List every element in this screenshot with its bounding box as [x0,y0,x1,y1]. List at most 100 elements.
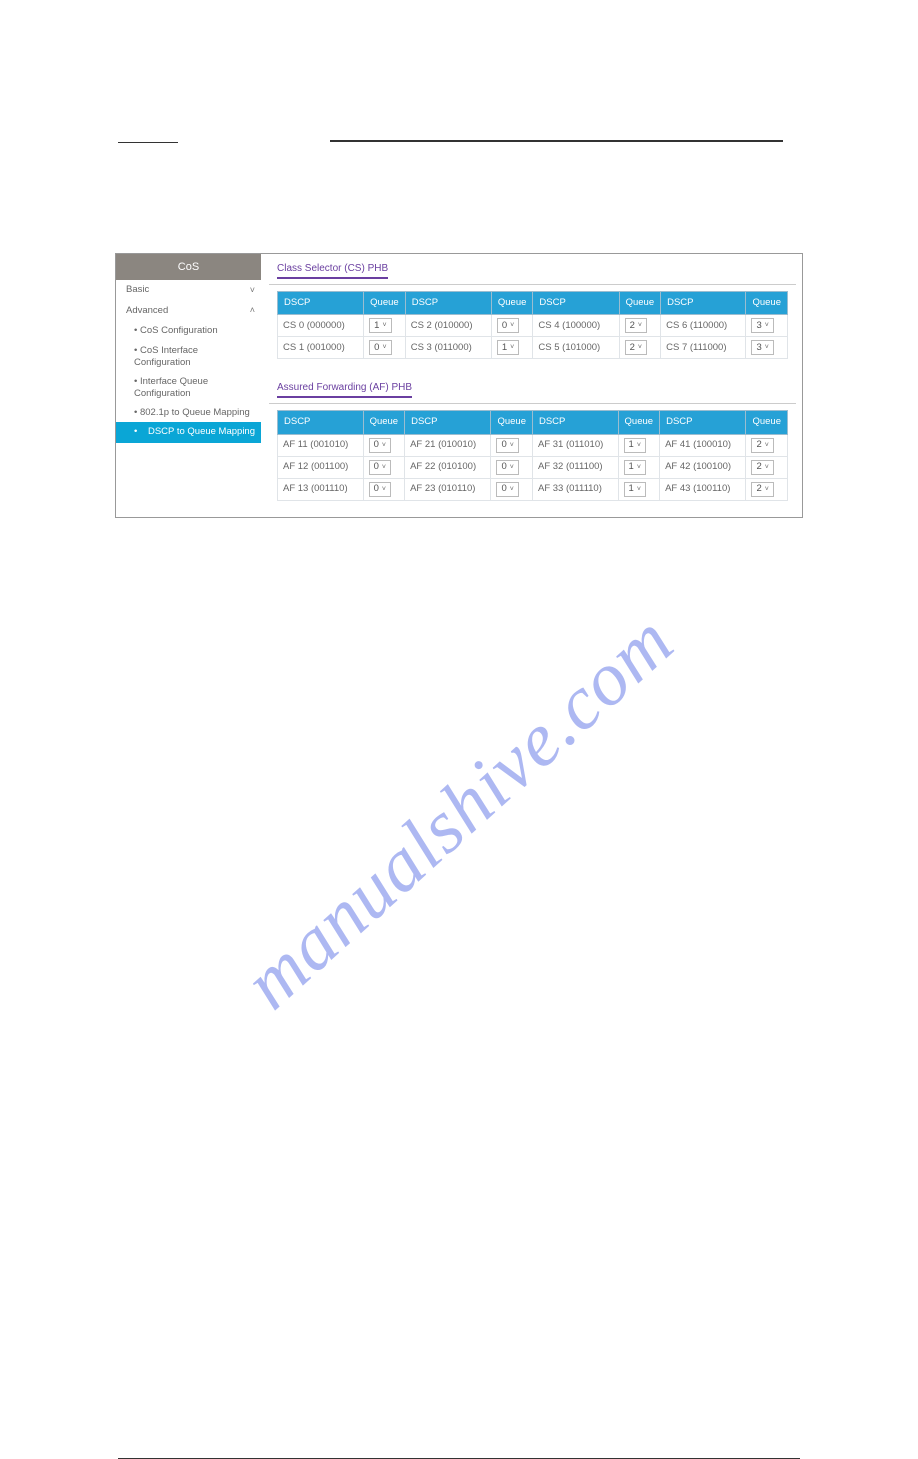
dscp-cell: AF 23 (010110) [405,478,491,500]
dscp-cell: AF 41 (100010) [660,434,746,456]
th-dscp: DSCP [661,292,746,315]
queue-value: 0 [502,320,507,332]
queue-select[interactable]: 0˅ [496,438,518,453]
dscp-cell: CS 4 (100000) [533,315,619,337]
sidebar-sub-8021p-mapping[interactable]: • 802.1p to Queue Mapping [116,403,261,422]
sidebar-sub-cos-config[interactable]: • CoS Configuration [116,321,261,341]
chevron-down-icon: ˅ [510,441,514,450]
th-queue: Queue [363,411,405,434]
queue-select[interactable]: 0˅ [369,482,391,497]
queue-select[interactable]: 0˅ [496,460,518,475]
section-cs: Class Selector (CS) PHB DSCP Queue DSCP … [269,260,796,365]
queue-value: 2 [630,320,635,332]
chevron-down-icon: ˅ [765,441,769,450]
table-row: CS 0 (000000) 1˅ CS 2 (010000) 0˅ CS 4 (… [278,315,788,337]
th-queue: Queue [619,292,661,315]
table-header-row: DSCP Queue DSCP Queue DSCP Queue DSCP Qu… [278,411,788,434]
table-row: CS 1 (001000) 0˅ CS 3 (011000) 1˅ CS 5 (… [278,337,788,359]
queue-select[interactable]: 0˅ [369,340,391,355]
chevron-down-icon: ˅ [765,321,769,330]
queue-select[interactable]: 0˅ [369,438,391,453]
sidebar-sub-dscp-mapping[interactable]: • DSCP to Queue Mapping [116,422,261,442]
queue-select[interactable]: 0˅ [497,318,519,333]
chevron-down-icon: ˅ [250,285,255,297]
queue-value: 1 [629,483,634,495]
th-dscp: DSCP [278,411,364,434]
th-dscp: DSCP [533,292,619,315]
queue-select[interactable]: 2˅ [751,460,773,475]
queue-value: 1 [502,342,507,354]
sidebar-sub-interface-queue-config[interactable]: • Interface Queue Configuration [116,372,261,403]
dscp-cell: CS 7 (111000) [661,337,746,359]
chevron-down-icon: ˅ [510,463,514,472]
queue-select[interactable]: 0˅ [369,460,391,475]
queue-value: 2 [756,483,761,495]
th-queue: Queue [491,411,533,434]
dscp-cell: AF 31 (011010) [532,434,618,456]
af-table: DSCP Queue DSCP Queue DSCP Queue DSCP Qu… [277,410,788,500]
chevron-down-icon: ˅ [638,321,642,330]
queue-cell: 3˅ [746,337,788,359]
dscp-cell: AF 32 (011100) [532,456,618,478]
queue-cell: 2˅ [746,434,788,456]
dscp-cell: CS 3 (011000) [405,337,491,359]
chevron-up-icon: ˄ [250,305,255,317]
queue-cell: 0˅ [491,434,533,456]
dscp-cell: CS 2 (010000) [405,315,491,337]
queue-cell: 3˅ [746,315,788,337]
queue-select[interactable]: 1˅ [624,482,646,497]
sidebar-item-basic[interactable]: Basic ˅ [116,280,261,300]
th-queue: Queue [746,411,788,434]
sidebar-sub-cos-interface-config[interactable]: • CoS Interface Configuration [116,341,261,372]
queue-value: 0 [374,439,379,451]
cs-table: DSCP Queue DSCP Queue DSCP Queue DSCP Qu… [277,291,788,359]
queue-value: 0 [501,483,506,495]
queue-select[interactable]: 3˅ [751,318,773,333]
queue-select[interactable]: 2˅ [625,318,647,333]
divider-top-left [118,142,178,143]
sidebar-item-label: DSCP to Queue Mapping [148,426,255,438]
th-queue: Queue [618,411,660,434]
queue-select[interactable]: 2˅ [625,340,647,355]
sidebar-item-advanced[interactable]: Advanced ˄ [116,301,261,321]
table-row: AF 11 (001010) 0˅ AF 21 (010010) 0˅ AF 3… [278,434,788,456]
section-title-af: Assured Forwarding (AF) PHB [277,381,412,398]
queue-cell: 2˅ [619,315,661,337]
queue-value: 3 [756,342,761,354]
sidebar: CoS Basic ˅ Advanced ˄ • CoS Configurati… [116,254,261,517]
queue-value: 0 [374,342,379,354]
watermark-text: manualshive.com [227,598,690,1027]
content-area: Class Selector (CS) PHB DSCP Queue DSCP … [261,254,802,517]
queue-value: 0 [501,439,506,451]
chevron-down-icon: ˅ [382,485,386,494]
queue-cell: 0˅ [364,337,406,359]
queue-select[interactable]: 2˅ [751,438,773,453]
queue-cell: 0˅ [363,478,405,500]
sidebar-item-label: CoS Interface Configuration [134,345,198,367]
chevron-down-icon: ˅ [382,343,386,352]
queue-cell: 2˅ [619,337,661,359]
queue-select[interactable]: 3˅ [751,340,773,355]
queue-select[interactable]: 1˅ [624,438,646,453]
chevron-down-icon: ˅ [765,343,769,352]
sidebar-item-label: Advanced [126,305,168,317]
queue-value: 0 [374,461,379,473]
sidebar-item-label: Interface Queue Configuration [134,376,208,398]
th-dscp: DSCP [278,292,364,315]
chevron-down-icon: ˅ [510,321,514,330]
queue-select[interactable]: 1˅ [369,318,391,333]
dscp-cell: AF 21 (010010) [405,434,491,456]
divider-top-right [330,140,783,142]
dscp-cell: AF 11 (001010) [278,434,364,456]
chevron-down-icon: ˅ [382,441,386,450]
queue-select[interactable]: 0˅ [496,482,518,497]
queue-select[interactable]: 2˅ [751,482,773,497]
queue-cell: 1˅ [618,478,660,500]
queue-select[interactable]: 1˅ [624,460,646,475]
table-row: AF 12 (001100) 0˅ AF 22 (010100) 0˅ AF 3… [278,456,788,478]
queue-cell: 0˅ [363,434,405,456]
queue-value: 1 [629,461,634,473]
page: manualshive.com CoS Basic ˅ Advanced ˄ •… [0,140,918,1459]
queue-select[interactable]: 1˅ [497,340,519,355]
ui-screenshot: CoS Basic ˅ Advanced ˄ • CoS Configurati… [115,253,803,518]
